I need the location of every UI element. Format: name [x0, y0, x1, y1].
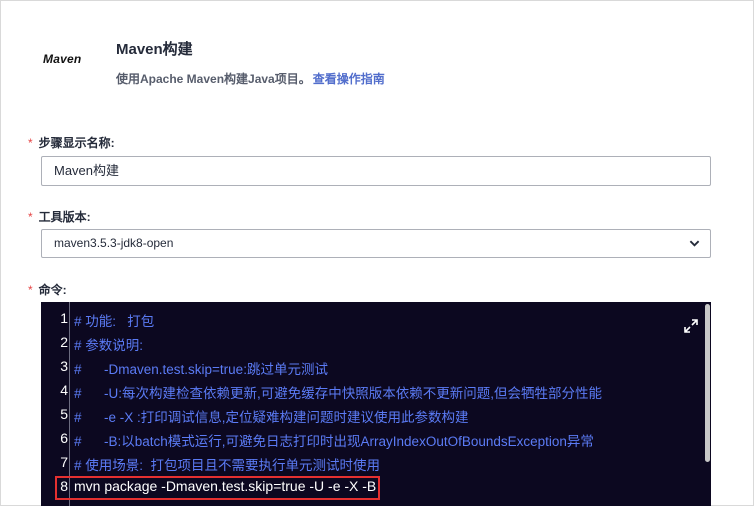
step-name-label-text: 步骤显示名称: — [38, 136, 115, 150]
code-line: # -B:以batch模式运行,可避免日志打印时出现ArrayIndexOutO… — [74, 434, 594, 449]
editor-scrollbar[interactable] — [704, 302, 711, 506]
line-number: 5 — [60, 406, 68, 422]
command-label: * 命令: — [28, 281, 67, 298]
line-number: 2 — [60, 334, 68, 350]
code-line: # 功能: 打包 — [74, 314, 155, 329]
code-line: # 参数说明: — [74, 338, 144, 353]
description-text: 使用Apache Maven构建Java项目。 — [116, 72, 311, 86]
command-highlight-box — [55, 476, 380, 500]
maven-logo: Maven — [43, 52, 82, 66]
code-line: # -e -X :打印调试信息,定位疑难构建问题时建议使用此参数构建 — [74, 410, 469, 425]
line-number: 4 — [60, 382, 68, 398]
guide-link[interactable]: 查看操作指南 — [313, 72, 385, 86]
expand-icon[interactable] — [683, 318, 699, 334]
step-name-label: * 步骤显示名称: — [28, 134, 115, 151]
line-number: 1 — [60, 310, 68, 326]
command-editor[interactable]: 1 2 3 4 5 6 7 8 # 功能: 打包 # 参数说明: # -Dmav… — [41, 302, 711, 506]
code-line: # 使用场景: 打包项目且不需要执行单元测试时使用 — [74, 458, 381, 473]
tool-version-label-text: 工具版本: — [38, 210, 91, 224]
tool-version-select[interactable]: maven3.5.3-jdk8-open — [41, 229, 711, 258]
command-label-text: 命令: — [38, 283, 67, 297]
scrollbar-thumb[interactable] — [705, 304, 710, 462]
line-number: 3 — [60, 358, 68, 374]
plugin-description: 使用Apache Maven构建Java项目。 查看操作指南 — [116, 70, 385, 87]
chevron-down-icon — [689, 240, 700, 247]
tool-version-value: maven3.5.3-jdk8-open — [54, 236, 174, 250]
line-number: 6 — [60, 430, 68, 446]
code-line: # -Dmaven.test.skip=true:跳过单元测试 — [74, 362, 328, 377]
step-name-input[interactable]: Maven构建 — [41, 156, 711, 186]
line-number: 7 — [60, 454, 68, 470]
plugin-title: Maven构建 — [116, 41, 193, 58]
required-mark: * — [28, 136, 33, 150]
code-line: # -U:每次构建检查依赖更新,可避免缓存中快照版本依赖不更新问题,但会牺牲部分… — [74, 386, 603, 401]
required-mark: * — [28, 283, 33, 297]
required-mark: * — [28, 210, 33, 224]
tool-version-label: * 工具版本: — [28, 208, 91, 225]
